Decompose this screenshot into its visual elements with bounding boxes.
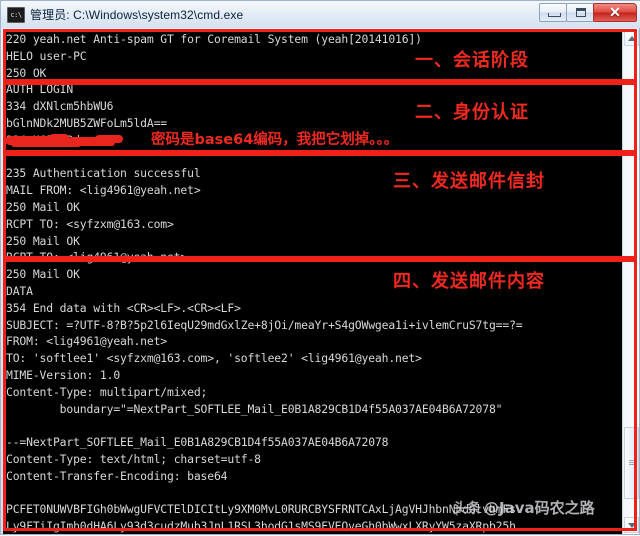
scroll-down-button[interactable]: [624, 517, 639, 533]
console-text: 220 yeah.net Anti-spam GT for Coremail S…: [6, 31, 620, 534]
console-output-area[interactable]: 220 yeah.net Anti-spam GT for Coremail S…: [3, 29, 639, 534]
console-line: 250 Mail OK: [6, 199, 80, 214]
console-scrollbar[interactable]: [622, 29, 639, 534]
console-line: --=NextPart_SOFTLEE_Mail_E0B1A829CB1D4f5…: [6, 435, 389, 450]
console-line: MAIL FROM: <lig4961@yeah.net>: [6, 183, 201, 198]
console-line: AUTH LOGIN: [6, 82, 74, 97]
console-line: boundary="=NextPart_SOFTLEE_Mail_E0B1A82…: [6, 401, 503, 416]
window-titlebar[interactable]: c:\ 管理员: C:\Windows\system32\cmd.exe ✕: [1, 1, 640, 28]
console-line: 235 Authentication successful: [6, 166, 201, 181]
console-line: 334 UGFzc3dvcmQ6: [6, 132, 114, 147]
console-line: FROM: <lig4961@yeah.net>: [6, 334, 167, 349]
console-line: Ly9FTiIgImh0dHA6Ly93d3cudzMub3JnL1RSL3ho…: [6, 519, 516, 534]
console-line: RCPT TO: <lig4961@yeah.net>: [6, 250, 188, 265]
watermark: 头条 @Java码农之路: [453, 497, 595, 518]
console-line: SUBJECT: =?UTF-8?B?5p2l6IeqU29mdGxlZe+8j…: [6, 317, 523, 332]
console-line: TO: 'softlee1' <syfzxm@163.com>, 'softle…: [6, 351, 422, 366]
window-title: 管理员: C:\Windows\system32\cmd.exe: [30, 8, 244, 22]
close-button[interactable]: ✕: [593, 3, 637, 22]
maximize-icon: [576, 8, 586, 17]
chevron-down-icon: [628, 523, 636, 528]
scrollbar-thumb[interactable]: [624, 427, 639, 499]
console-line: 220 yeah.net Anti-spam GT for Coremail S…: [6, 32, 422, 46]
minimize-icon: [548, 13, 561, 17]
scrollbar-grip-icon: [629, 460, 636, 466]
console-line: bGlnNDk2MUB5ZWFoLm5ldA==: [6, 115, 167, 130]
minimize-button[interactable]: [539, 3, 567, 22]
console-line: DATA: [6, 283, 33, 298]
console-line: 250 OK: [6, 65, 47, 80]
scroll-up-button[interactable]: [624, 30, 639, 46]
cmd-icon: c:\: [7, 6, 25, 23]
console-line: 250 Mail OK: [6, 267, 80, 282]
window-controls: ✕: [539, 3, 637, 22]
console-line: MIME-Version: 1.0: [6, 367, 121, 382]
console-line: HELO user-PC: [6, 48, 87, 63]
console-line: 250 Mail OK: [6, 233, 80, 248]
close-icon: ✕: [609, 4, 621, 20]
cmd-window: c:\ 管理员: C:\Windows\system32\cmd.exe ✕ 2…: [0, 0, 640, 535]
console-line: Content-Type: text/html; charset=utf-8: [6, 451, 261, 466]
chevron-up-icon: [628, 36, 636, 41]
console-line: Content-Type: multipart/mixed;: [6, 384, 208, 399]
console-line: Content-Transfer-Encoding: base64: [6, 468, 228, 483]
console-line: 354 End data with <CR><LF>.<CR><LF>: [6, 300, 241, 315]
console-line: RCPT TO: <syfzxm@163.com>: [6, 216, 174, 231]
maximize-button[interactable]: [566, 3, 594, 22]
console-line: 334 dXNlcm5hbWU6: [6, 99, 114, 114]
toutiao-logo-icon: 头条: [453, 500, 481, 517]
watermark-text: @Java码农之路: [484, 499, 595, 517]
